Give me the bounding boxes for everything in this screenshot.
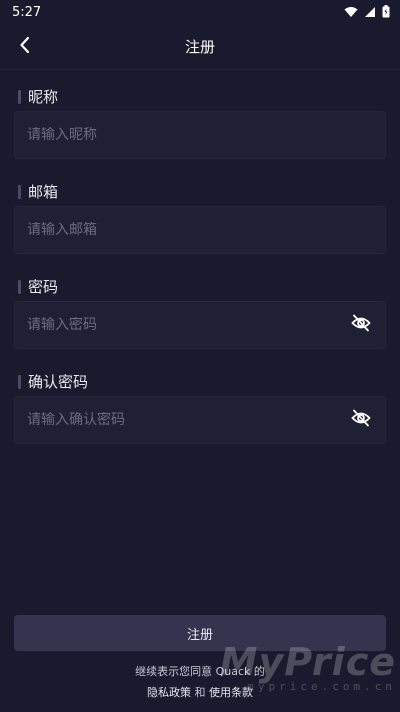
nickname-field — [14, 111, 386, 159]
eye-off-icon — [351, 409, 371, 431]
email-input[interactable] — [27, 222, 373, 238]
password-visibility-toggle[interactable] — [349, 313, 373, 337]
confirm-password-field — [14, 396, 386, 444]
battery-icon — [382, 3, 390, 22]
terms-of-use-link[interactable]: 使用条款 — [209, 686, 253, 699]
password-field — [14, 301, 386, 349]
terms-conjunction: 和 — [191, 686, 209, 699]
status-icons — [344, 3, 390, 22]
label-accent-bar — [18, 374, 21, 389]
terms-notice: 继续表示您同意 Quack 的 — [135, 665, 265, 678]
page-title: 注册 — [184, 38, 215, 56]
nickname-label: 昵称 — [18, 86, 58, 107]
label-accent-bar — [18, 89, 21, 104]
status-bar: 5:27 — [0, 0, 400, 24]
label-accent-bar — [18, 279, 21, 294]
confirm-password-visibility-toggle[interactable] — [349, 408, 373, 432]
password-label: 密码 — [18, 276, 58, 297]
email-label: 邮箱 — [18, 181, 58, 202]
app-bar: 注册 — [0, 24, 400, 70]
nickname-input[interactable] — [27, 127, 373, 143]
confirm-password-label-text: 确认密码 — [28, 373, 89, 391]
signal-icon — [364, 3, 376, 22]
wifi-icon — [344, 3, 358, 22]
confirm-password-label: 确认密码 — [18, 371, 88, 392]
password-label-text: 密码 — [28, 278, 59, 296]
password-input[interactable] — [27, 317, 349, 333]
register-button[interactable]: 注册 — [14, 615, 386, 651]
eye-off-icon — [351, 314, 371, 336]
nickname-label-text: 昵称 — [28, 88, 59, 106]
email-label-text: 邮箱 — [28, 183, 59, 201]
terms-links: 隐私政策 和 使用条款 — [0, 684, 400, 700]
privacy-policy-link[interactable]: 隐私政策 — [147, 686, 191, 699]
back-button[interactable] — [12, 34, 38, 60]
label-accent-bar — [18, 184, 21, 199]
confirm-password-input[interactable] — [27, 412, 349, 428]
email-field — [14, 206, 386, 254]
status-time: 5:27 — [12, 4, 42, 20]
back-arrow-icon — [19, 36, 31, 58]
